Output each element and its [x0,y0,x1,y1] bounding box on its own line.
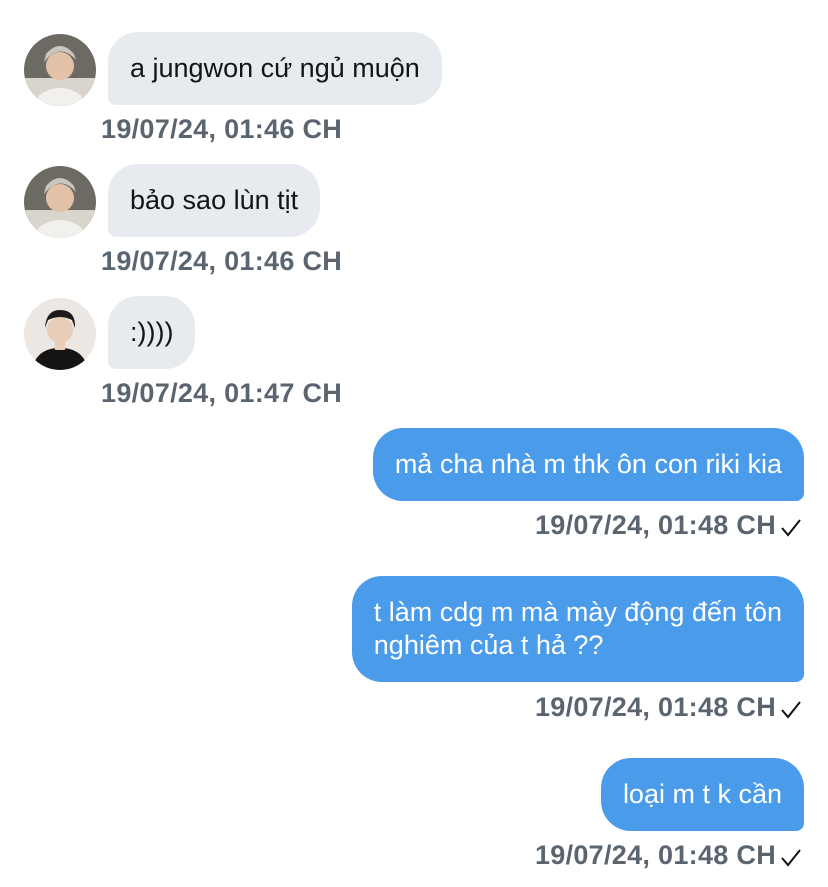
avatar[interactable] [24,298,96,370]
message-text: loại m t k cần [622,779,782,809]
checkmark-icon [781,519,801,537]
avatar[interactable] [24,166,96,238]
message-bubble-incoming[interactable]: :)))) [108,296,196,369]
message-timestamp: 19/07/24, 01:47 CH [101,378,343,408]
message-bubble-outgoing[interactable]: loại m t k cần [600,758,804,831]
message-timestamp: 19/07/24, 01:48 CH [534,840,776,870]
message-bubble-outgoing[interactable]: mả cha nhà m thk ôn con riki kia [372,428,804,501]
message-text-line: nghiêm của t hả ?? [373,630,604,660]
message-text: a jungwon cứ ngủ muộn [130,53,420,83]
message-bubble-incoming[interactable]: a jungwon cứ ngủ muộn [108,32,442,105]
message-text: mả cha nhà m thk ôn con riki kia [394,449,782,479]
message-text: :)))) [130,317,174,347]
user-photo-icon [24,34,96,106]
message-text-line: t làm cdg m mà mày động đến tôn [373,597,782,627]
user-photo-icon [24,166,96,238]
user-photo-icon [24,298,96,370]
avatar[interactable] [24,34,96,106]
message-timestamp: 19/07/24, 01:46 CH [101,246,343,276]
message-timestamp: 19/07/24, 01:46 CH [101,114,343,144]
message-text: bảo sao lùn tịt [130,185,299,215]
message-timestamp: 19/07/24, 01:48 CH [534,692,776,722]
message-bubble-outgoing[interactable]: t làm cdg m mà mày động đến tôn nghiêm c… [351,576,804,682]
message-bubble-incoming[interactable]: bảo sao lùn tịt [108,164,321,237]
chat-thread: a jungwon cứ ngủ muộn 19/07/24, 01:46 CH… [0,0,828,887]
message-timestamp: 19/07/24, 01:48 CH [534,510,776,540]
checkmark-icon [781,849,801,867]
checkmark-icon [781,701,801,719]
